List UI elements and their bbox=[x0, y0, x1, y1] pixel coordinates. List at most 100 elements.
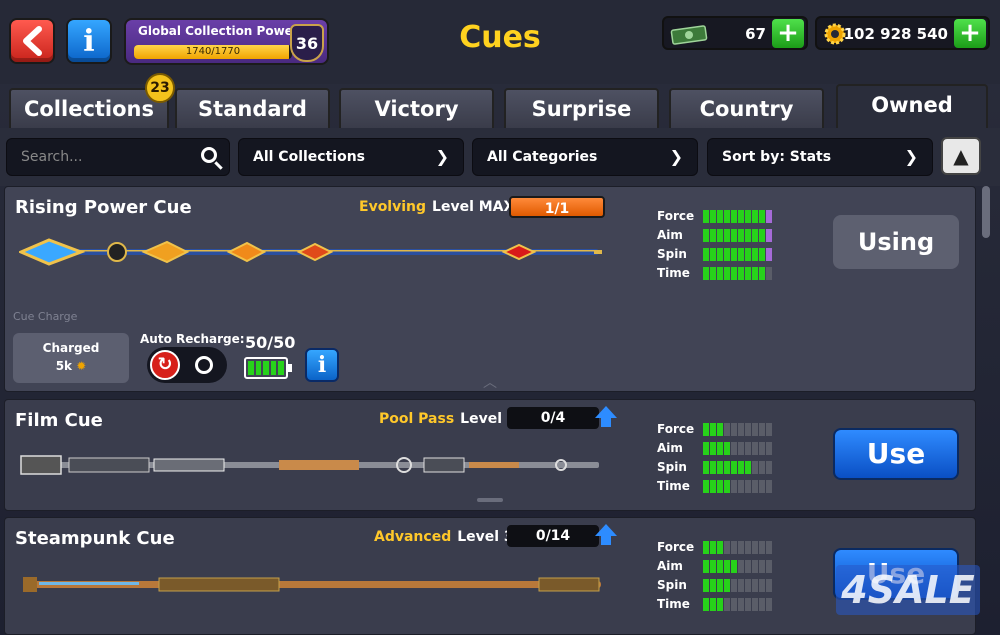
add-coins-button[interactable]: + bbox=[954, 19, 986, 48]
arrow-up-icon: ▲ bbox=[953, 144, 969, 168]
cue-charge-label: Cue Charge bbox=[13, 310, 78, 323]
stat-segment bbox=[731, 461, 737, 474]
tab-country[interactable]: Country bbox=[669, 88, 824, 128]
stat-label: Force bbox=[657, 422, 695, 436]
stat-segment bbox=[717, 480, 723, 493]
stat-segment bbox=[717, 560, 723, 573]
recharge-cost-value: 5k bbox=[55, 359, 73, 373]
stat-segment bbox=[717, 248, 723, 261]
cue-tier: Pool Pass Level 2 bbox=[379, 411, 517, 427]
stat-segment bbox=[752, 560, 758, 573]
stat-segment bbox=[766, 442, 772, 455]
stat-segment bbox=[766, 480, 772, 493]
expand-handle[interactable] bbox=[477, 498, 503, 502]
stat-segment bbox=[766, 598, 772, 611]
stat-bar bbox=[703, 267, 779, 280]
charged-status: Charged 5k ✹ bbox=[13, 333, 129, 383]
stat-segment bbox=[745, 210, 751, 223]
stat-row-aim: Aim bbox=[655, 227, 815, 246]
stat-segment bbox=[759, 442, 765, 455]
stat-segment bbox=[759, 480, 765, 493]
collections-count-badge: 23 bbox=[145, 73, 175, 103]
stat-row-force: Force bbox=[655, 421, 815, 440]
watermark-logo: 4SALE bbox=[836, 565, 980, 615]
charge-info-button[interactable]: i bbox=[305, 348, 339, 382]
stat-segment bbox=[717, 579, 723, 592]
tab-collections[interactable]: Collections bbox=[9, 88, 169, 128]
stat-segment bbox=[717, 461, 723, 474]
stat-row-time: Time bbox=[655, 265, 815, 284]
stat-segment bbox=[752, 248, 758, 261]
use-button[interactable]: Use bbox=[833, 428, 959, 480]
upgrade-arrow-icon bbox=[595, 406, 617, 427]
stat-bar bbox=[703, 248, 779, 261]
stat-segment bbox=[738, 560, 744, 573]
add-cash-button[interactable]: + bbox=[772, 19, 804, 48]
cue-tier-name: Advanced bbox=[374, 529, 452, 545]
stat-segment bbox=[710, 560, 716, 573]
stat-segment bbox=[710, 579, 716, 592]
tab-surprise[interactable]: Surprise bbox=[504, 88, 659, 128]
sort-direction-button[interactable]: ▲ bbox=[941, 137, 981, 175]
stat-segment bbox=[752, 480, 758, 493]
stat-segment bbox=[738, 423, 744, 436]
cue-name: Film Cue bbox=[15, 410, 103, 431]
cue-tier: Evolving Level MAX bbox=[359, 199, 514, 215]
cue-card-rising-power[interactable]: Rising Power Cue Evolving Level MAX 1/1 F… bbox=[4, 186, 976, 392]
stat-bar bbox=[703, 579, 779, 592]
stat-segment bbox=[766, 248, 772, 261]
sort-dropdown[interactable]: Sort by: Stats ❯ bbox=[707, 138, 933, 176]
search-input[interactable]: Search... bbox=[6, 138, 230, 176]
collapse-chevron-icon[interactable]: ︿ bbox=[477, 372, 503, 392]
stat-segment bbox=[724, 210, 730, 223]
collection-filter-dropdown[interactable]: All Collections ❯ bbox=[238, 138, 464, 176]
stat-bar bbox=[703, 210, 779, 223]
stat-segment bbox=[724, 598, 730, 611]
chevron-down-icon: ❯ bbox=[669, 147, 683, 166]
stat-segment bbox=[738, 541, 744, 554]
stat-segment bbox=[759, 267, 765, 280]
category-filter-dropdown[interactable]: All Categories ❯ bbox=[472, 138, 698, 176]
stat-segment bbox=[731, 541, 737, 554]
cash-value: 67 bbox=[745, 25, 766, 43]
stat-segment bbox=[759, 229, 765, 242]
scrollbar[interactable] bbox=[982, 186, 990, 238]
charge-count: 50/50 bbox=[245, 333, 296, 352]
stat-bar bbox=[703, 480, 779, 493]
stat-segment bbox=[710, 423, 716, 436]
stat-segment bbox=[766, 579, 772, 592]
stat-segment bbox=[710, 480, 716, 493]
stat-segment bbox=[710, 229, 716, 242]
stat-segment bbox=[703, 267, 709, 280]
battery-icon bbox=[244, 357, 292, 379]
stat-segment bbox=[752, 423, 758, 436]
stat-label: Time bbox=[657, 479, 690, 493]
stat-row-aim: Aim bbox=[655, 440, 815, 459]
stat-segment bbox=[710, 210, 716, 223]
stat-segment bbox=[759, 541, 765, 554]
coin-icon: ✹ bbox=[76, 359, 87, 373]
stat-segment bbox=[703, 579, 709, 592]
cue-card-film[interactable]: Film Cue Pool Pass Level 2 0/4 Force Aim Sp… bbox=[4, 399, 976, 511]
stat-segment bbox=[738, 210, 744, 223]
tab-victory[interactable]: Victory bbox=[339, 88, 494, 128]
stat-segment bbox=[731, 267, 737, 280]
stat-bar bbox=[703, 229, 779, 242]
stat-segment bbox=[738, 579, 744, 592]
stat-segment bbox=[717, 541, 723, 554]
using-button[interactable]: Using bbox=[833, 215, 959, 269]
stat-segment bbox=[703, 423, 709, 436]
cue-stats: Force Aim Spin Time bbox=[655, 208, 815, 284]
stat-segment bbox=[759, 579, 765, 592]
stat-segment bbox=[745, 461, 751, 474]
tab-owned[interactable]: Owned bbox=[836, 84, 988, 128]
stat-segment bbox=[710, 541, 716, 554]
auto-recharge-toggle[interactable]: ↻ bbox=[147, 347, 227, 383]
tab-standard[interactable]: Standard bbox=[175, 88, 330, 128]
stat-label: Force bbox=[657, 540, 695, 554]
stat-segment bbox=[703, 598, 709, 611]
stat-label: Spin bbox=[657, 460, 687, 474]
stat-bar bbox=[703, 598, 779, 611]
cue-card-steampunk[interactable]: Steampunk Cue Advanced Level 3 0/14 Force… bbox=[4, 517, 976, 635]
stat-segment bbox=[738, 267, 744, 280]
